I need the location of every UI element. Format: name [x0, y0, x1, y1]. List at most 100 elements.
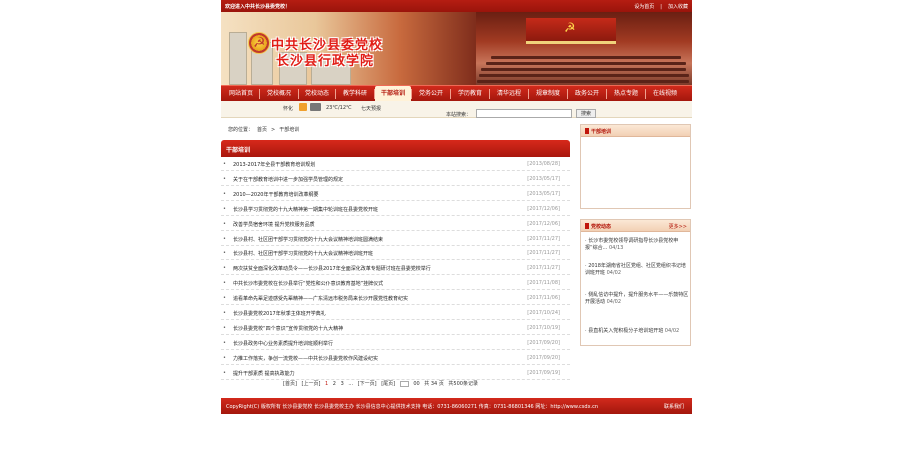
pager-page-2[interactable]: 2: [333, 381, 336, 387]
nav-item[interactable]: 热点专题: [607, 86, 645, 102]
article-title-link[interactable]: 两次扶贫全面深化改革动员令——长沙县2017年全面深化改革专题研讨班在县委党校举…: [233, 265, 431, 272]
table-row[interactable]: • 中共长沙市委党校在长沙县举行“党性和公仆意识教育基地”挂牌仪式 [2017/11…: [221, 276, 570, 291]
article-title-link[interactable]: 长沙县学习贯彻党的十九大精神第一期集中轮训班在县委党校开班: [233, 206, 378, 213]
weather-forecast-link[interactable]: 七天预报: [361, 105, 381, 112]
table-row[interactable]: • 2010—2020年干部教育培训改革纲要 [2013/05/17]: [221, 187, 570, 201]
side-box-training: 干部培训: [580, 124, 691, 209]
hall-seat-row: [481, 68, 686, 71]
table-row[interactable]: • 提升干部素质 提高执政能力 [2017/09/19]: [221, 366, 570, 380]
article-date: [2013/05/17]: [527, 190, 560, 197]
add-favorite-link[interactable]: 加入收藏: [668, 4, 688, 10]
search-input[interactable]: [476, 109, 572, 118]
table-row[interactable]: • 长沙县委党校“四个意识”宣传贯彻党的十九大精神 [2017/10/19]: [221, 321, 570, 335]
article-title-link[interactable]: 中共长沙市委党校在长沙县举行“党性和公仆意识教育基地”挂牌仪式: [233, 280, 383, 287]
news-title-link[interactable]: 2018年湖南省社区党组、社区党组织书记培训班开班: [585, 263, 686, 276]
pager-last[interactable]: [尾页]: [381, 381, 395, 387]
weather-city: 怀化: [283, 106, 294, 112]
pager-total-pages: 共 34 页: [424, 381, 444, 387]
table-row[interactable]: • 改善学员宿舍环境 提升党校服务品质 [2017/12/06]: [221, 217, 570, 231]
article-title-link[interactable]: 长沙县委党校“四个意识”宣传贯彻党的十九大精神: [233, 325, 343, 332]
table-row[interactable]: • 长沙县村、社区团干部学习贯彻党的十九大会议精神培训班圆满结束 [2017/11/…: [221, 232, 570, 246]
set-home-link[interactable]: 设为首页: [634, 4, 654, 10]
banner: 中共长沙县委党校 长沙县行政学院: [221, 12, 692, 85]
nav-item[interactable]: 政务公开: [568, 86, 606, 102]
article-title-link[interactable]: 提升干部素质 提高执政能力: [233, 370, 295, 377]
sep: |: [660, 4, 662, 10]
nav-item[interactable]: 清华远程: [490, 86, 528, 102]
article-title-link[interactable]: 力推工作落实，争创一流党校——中共长沙县委党校作风建设纪实: [233, 355, 378, 362]
pager-page-3[interactable]: 3: [341, 381, 344, 387]
pager-jump-input[interactable]: [399, 380, 409, 387]
hall-seat-row: [486, 62, 686, 65]
bullet-icon: •: [223, 161, 226, 167]
footer-contact-link[interactable]: 联系我们: [664, 403, 684, 410]
breadcrumb-current: 干部培训: [279, 127, 300, 133]
nav-item[interactable]: 干部培训: [375, 86, 411, 102]
hall-seat-row: [477, 80, 689, 83]
article-date: [2017/11/27]: [527, 235, 560, 242]
table-row[interactable]: • 长沙县学习贯彻党的十九大精神第一期集中轮训班在县委党校开班 [2017/12/0…: [221, 202, 570, 216]
bullet-icon: •: [223, 265, 226, 272]
list-item[interactable]: · 县直机关入党积极分子培训班开班 04/02: [585, 328, 689, 335]
more-link[interactable]: 更多>>: [669, 223, 687, 230]
banner-building: [229, 32, 247, 85]
table-row[interactable]: • 追看革命先辈足迹感受先辈精神——广东清远市税务局来长沙开展党性教育纪实 [201…: [221, 291, 570, 306]
bullet-icon: •: [223, 175, 226, 182]
bullet-icon: •: [223, 295, 226, 302]
article-title-link[interactable]: 长沙县政务中心业务素质提升培训班顺利举行: [233, 340, 333, 347]
article-title-link[interactable]: 改善学员宿舍环境 提升党校服务品质: [233, 221, 315, 228]
nav-item[interactable]: 网站首页: [223, 86, 259, 102]
pager-first[interactable]: [首页]: [283, 381, 297, 387]
news-title-link[interactable]: 县直机关入党积极分子培训班开班: [588, 328, 663, 334]
news-title-link[interactable]: 长沙市委党校领导调研指导长沙县党校申报“综合...: [585, 238, 678, 251]
nav-item[interactable]: 党校概况: [260, 86, 298, 102]
pager-prev[interactable]: [上一页]: [302, 381, 321, 387]
list-item[interactable]: · 侧乱信访中提升，提升服务水平——乐鼓特区开展活动 04/02: [585, 292, 689, 306]
footer: CopyRight(C) 版权所有 长沙县委党校 长沙县委党校主办 长沙县信息中…: [221, 398, 692, 414]
article-title-link[interactable]: 2013-2017年全县干部教育培训规划: [233, 161, 315, 168]
hall-seat-row: [491, 56, 681, 59]
bullet-icon: [585, 223, 589, 229]
side-box-header: 干部培训: [581, 125, 690, 137]
table-row[interactable]: • 长沙县村、社区团干部学习贯彻党的十九大会议精神培训班开班 [2017/11/27…: [221, 246, 570, 261]
nav-item[interactable]: 党校动态: [299, 86, 335, 102]
nav-item[interactable]: 规章制度: [529, 86, 567, 102]
news-title-link[interactable]: 侧乱信访中提升，提升服务水平——乐鼓特区开展活动: [585, 292, 688, 305]
pager-page-1[interactable]: 1: [325, 381, 328, 387]
nav-item[interactable]: 党务公开: [412, 86, 450, 102]
table-row[interactable]: • 力推工作落实，争创一流党校——中共长沙县委党校作风建设纪实 [2017/09/2…: [221, 351, 570, 365]
nav-item[interactable]: 学历教育: [451, 86, 489, 102]
search-label: 本站搜索：: [446, 112, 472, 118]
table-row[interactable]: • 2013-2017年全县干部教育培训规划 [2013/08/28]: [221, 157, 570, 171]
article-date: [2013/08/28]: [527, 161, 560, 167]
nav-item[interactable]: 在线视频: [646, 86, 684, 102]
table-row[interactable]: • 两次扶贫全面深化改革动员令——长沙县2017年全面深化改革专题研讨班在县委党校…: [221, 261, 570, 276]
list-item[interactable]: · 2018年湖南省社区党组、社区党组织书记培训班开班 04/02: [585, 263, 689, 277]
party-flag-icon: [526, 18, 616, 44]
table-row[interactable]: • 关于在干部教育培训中进一步加强学员管理的规定 [2013/05/17]: [221, 172, 570, 186]
bullet-icon: •: [223, 310, 226, 316]
breadcrumb-home[interactable]: 首页: [257, 127, 267, 133]
news-date: 04/02: [664, 328, 680, 334]
table-row[interactable]: • 长沙县委党校2017年秋季主体班开学典礼 [2017/10/24]: [221, 306, 570, 320]
table-row[interactable]: • 长沙县政务中心业务素质提升培训班顺利举行 [2017/09/20]: [221, 336, 570, 350]
article-title-link[interactable]: 2010—2020年干部教育培训改革纲要: [233, 191, 318, 198]
article-title-link[interactable]: 长沙县村、社区团干部学习贯彻党的十九大会议精神培训班圆满结束: [233, 236, 383, 243]
search-button[interactable]: 搜索: [576, 109, 596, 118]
bullet-icon: •: [223, 280, 226, 287]
article-title-link[interactable]: 追看革命先辈足迹感受先辈精神——广东清远市税务局来长沙开展党性教育纪实: [233, 295, 408, 302]
article-date: [2017/12/06]: [527, 220, 560, 227]
bullet-icon: •: [223, 235, 226, 242]
list-item[interactable]: · 长沙市委党校领导调研指导长沙县党校申报“综合... 04/13: [585, 238, 689, 252]
hall-seat-row: [479, 74, 689, 77]
article-title-link[interactable]: 长沙县委党校2017年秋季主体班开学典礼: [233, 310, 326, 317]
cloud-icon: [310, 103, 321, 111]
pager-jump-value: 00: [413, 381, 420, 387]
article-title-link[interactable]: 关于在干部教育培训中进一步加强学员管理的规定: [233, 176, 343, 183]
article-date: [2017/09/20]: [527, 339, 560, 346]
article-title-link[interactable]: 长沙县村、社区团干部学习贯彻党的十九大会议精神培训班开班: [233, 250, 373, 257]
news-date: 04/02: [606, 270, 622, 276]
pager-next[interactable]: [下一页]: [358, 381, 377, 387]
nav-item[interactable]: 教学科研: [336, 86, 374, 102]
pagination: [首页] [上一页] 1 2 3 ... [下一页] [尾页] 00 共 34 …: [283, 380, 481, 387]
